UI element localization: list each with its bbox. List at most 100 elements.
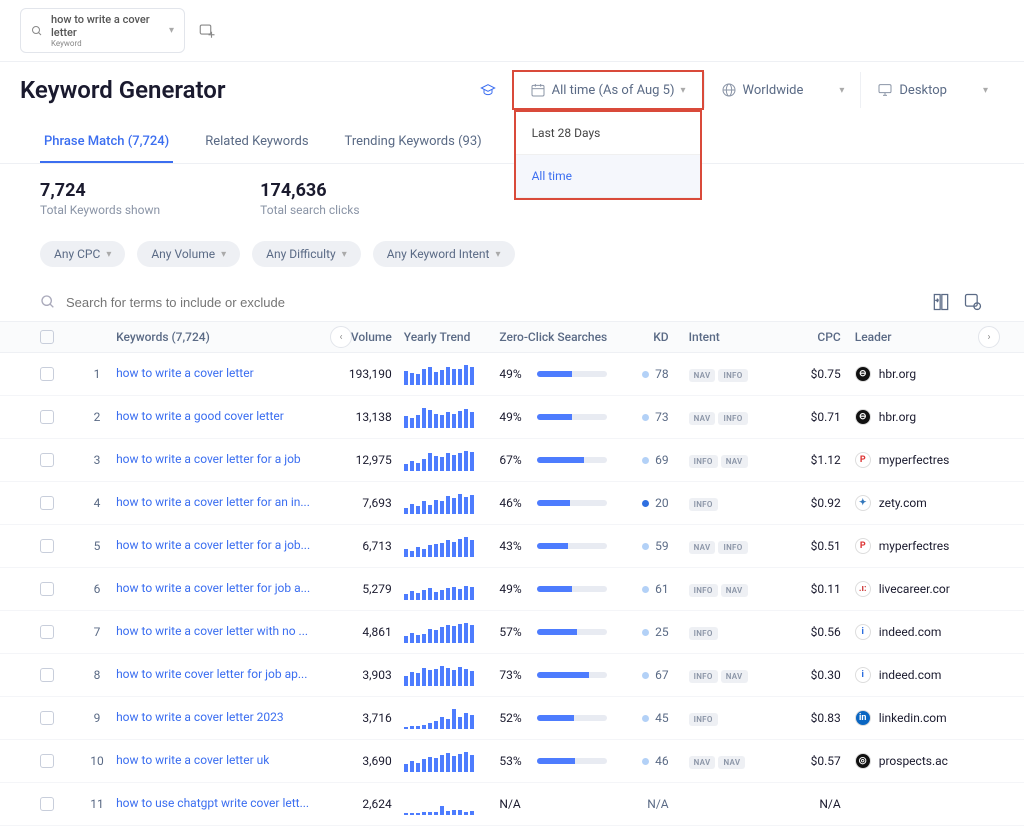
intent-cell: INFO [679,625,775,640]
leader-domain[interactable]: linkedin.com [879,711,947,725]
kd-value: 59 [612,539,679,553]
leader-domain[interactable]: livecareer.cor [879,582,950,596]
kd-value: 46 [612,754,679,768]
volume-value: 6,713 [325,539,392,553]
filter-chip[interactable]: Any Keyword Intent▾ [373,241,515,267]
row-checkbox[interactable] [40,625,54,639]
table-row: 5how to write a cover letter for a job..… [0,525,1024,568]
add-tab-button[interactable] [197,21,217,41]
keyword-link[interactable]: how to write a cover letter for job a... [116,581,310,595]
table-row: 9how to write a cover letter 20233,71652… [0,697,1024,740]
device-selector[interactable]: Desktop ▾ [860,72,1004,108]
col-header-leader[interactable]: Leader [841,330,984,344]
keyword-search-box[interactable]: how to write a cover letter Keyword ▾ [20,8,185,53]
trend-sparkline [404,535,488,557]
tab[interactable]: Trending Keywords (93) [341,122,486,163]
select-all-checkbox[interactable] [40,330,54,344]
col-header-keywords[interactable]: Keywords (7,724) [116,330,325,344]
table-row: 10how to write a cover letter uk3,69053%… [0,740,1024,783]
trend-sparkline [404,449,488,471]
settings-button[interactable] [962,291,984,313]
keyword-link[interactable]: how to write a cover letter for an in... [116,495,310,509]
volume-value: 2,624 [325,797,392,811]
keyword-link[interactable]: how to write a cover letter [116,366,254,380]
tab[interactable]: Related Keywords [201,122,312,163]
keyword-link[interactable]: how to write a cover letter 2023 [116,710,284,724]
col-header-trend[interactable]: Yearly Trend [392,330,488,344]
kd-dot [642,543,649,550]
academy-button[interactable] [464,72,512,108]
volume-value: 13,138 [325,410,392,424]
row-checkbox[interactable] [40,668,54,682]
leader-domain[interactable]: indeed.com [879,668,942,682]
date-range-selector[interactable]: All time (As of Aug 5) ▾ Last 28 Days Al… [512,70,704,110]
filter-chip[interactable]: Any CPC▾ [40,241,125,267]
row-checkbox[interactable] [40,367,54,381]
row-checkbox[interactable] [40,410,54,424]
region-selector[interactable]: Worldwide ▾ [704,72,861,108]
keyword-link[interactable]: how to use chatgpt write cover lett... [116,796,309,810]
row-checkbox[interactable] [40,754,54,768]
chevron-down-icon: ▾ [983,85,988,96]
zero-click-bar [537,586,607,592]
intent-badge: INFO [689,455,718,468]
chevron-down-icon: ▾ [495,249,500,260]
leader-domain[interactable]: myperfectres [879,453,950,467]
filter-chip[interactable]: Any Difficulty▾ [252,241,361,267]
row-checkbox[interactable] [40,496,54,510]
leader-domain[interactable]: zety.com [879,496,927,510]
cpc-value: $0.30 [774,668,841,682]
intent-badge: INFO [689,713,718,726]
keyword-link[interactable]: how to write a cover letter uk [116,753,269,767]
intent-cell: NAVINFO [679,410,775,425]
tabs: Phrase Match (7,724) Related Keywords Tren… [0,122,1024,164]
leader-domain[interactable]: hbr.org [879,410,916,424]
keyword-link[interactable]: how to write a cover letter for a job... [116,538,310,552]
keyword-link[interactable]: how to write a good cover letter [116,409,284,423]
volume-value: 3,690 [325,754,392,768]
search-value: how to write a cover letter [51,13,161,39]
zero-click-pct: 73% [499,668,529,682]
row-checkbox[interactable] [40,582,54,596]
kd-dot [642,371,649,378]
row-number: 7 [78,625,116,639]
row-checkbox[interactable] [40,797,54,811]
col-header-kd[interactable]: KD [612,330,679,344]
row-checkbox[interactable] [40,453,54,467]
zero-click-bar [537,500,607,506]
globe-icon [721,82,737,98]
scroll-right-button[interactable]: › [978,326,1000,348]
leader-domain[interactable]: hbr.org [879,367,916,381]
favicon: .ı: [855,581,871,597]
scroll-left-button[interactable]: ‹ [330,326,352,348]
dropdown-option-last28[interactable]: Last 28 Days [516,112,700,155]
favicon: P [855,452,871,468]
tab[interactable]: Phrase Match (7,724) [40,122,173,163]
cpc-value: $0.51 [774,539,841,553]
zero-click-bar [537,457,607,463]
row-checkbox[interactable] [40,539,54,553]
col-header-zero-click[interactable]: Zero-Click Searches [487,330,611,344]
dropdown-option-alltime[interactable]: All time [516,155,700,198]
filter-chip[interactable]: Any Volume▾ [137,241,240,267]
col-header-intent[interactable]: Intent [679,330,775,344]
keyword-link[interactable]: how to write a cover letter for a job [116,452,301,466]
trend-sparkline [404,750,488,772]
zero-click-bar [537,543,607,549]
leader-domain[interactable]: myperfectres [879,539,950,553]
intent-badge: NAV [718,756,745,769]
keyword-link[interactable]: how to write a cover letter with no ... [116,624,308,638]
keyword-link[interactable]: how to write cover letter for job ap... [116,667,307,681]
table-search-input[interactable] [66,295,920,310]
zero-click-pct: 49% [499,582,529,596]
leader-domain[interactable]: indeed.com [879,625,942,639]
device-label: Desktop [899,83,947,98]
table-row: 7how to write a cover letter with no ...… [0,611,1024,654]
volume-value: 4,861 [325,625,392,639]
volume-value: 3,903 [325,668,392,682]
export-button[interactable] [930,291,952,313]
leader-domain[interactable]: prospects.ac [879,754,948,768]
col-header-cpc[interactable]: CPC [774,330,841,344]
row-checkbox[interactable] [40,711,54,725]
intent-cell: INFO [679,711,775,726]
